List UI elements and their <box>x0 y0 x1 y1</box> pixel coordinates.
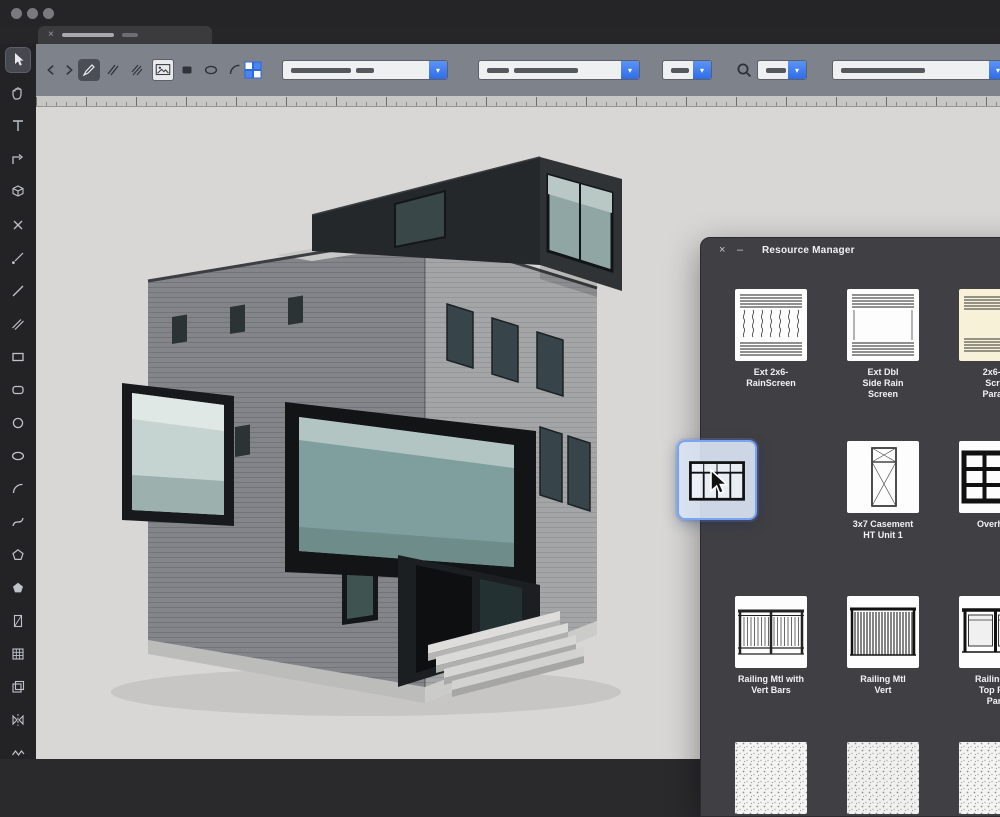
resource-manager-header[interactable]: × – Resource Manager <box>701 238 1000 264</box>
resource-label: Railing M Top Rai Pan <box>975 674 1000 707</box>
solid-fill-icon[interactable] <box>176 59 198 81</box>
tool-palette <box>0 44 36 759</box>
resource-item[interactable] <box>715 742 827 814</box>
resource-thumb-railing-vert[interactable] <box>847 596 919 668</box>
door-tool[interactable] <box>6 609 30 633</box>
main-toolbar: ▾ ▾ ▾ ▾ ▾ <box>36 44 1000 96</box>
resource-label: Railing Mtl Vert <box>860 674 906 696</box>
window-zoom-button[interactable] <box>43 8 54 19</box>
class-dropdown[interactable]: ▾ <box>478 60 640 80</box>
chevron-down-icon[interactable]: ▾ <box>989 61 1000 79</box>
resource-manager-panel: × – Resource Manager Ext 2x6- RainScreen <box>700 237 1000 817</box>
redacted-text <box>514 68 578 73</box>
redacted-text <box>487 68 509 73</box>
redacted-text <box>766 68 786 73</box>
resource-label: 2x6-R Scre Parap <box>982 367 1000 400</box>
grid-tool[interactable] <box>6 642 30 666</box>
image-fill-button[interactable] <box>152 59 174 81</box>
resource-item[interactable]: Ext 2x6- RainScreen <box>715 289 827 389</box>
resource-thumb-railing-vert-bars[interactable] <box>735 596 807 668</box>
curve-tool[interactable] <box>6 510 30 534</box>
chevron-down-icon[interactable]: ▾ <box>788 61 806 79</box>
panel-minimize-icon[interactable]: – <box>737 244 743 257</box>
section-line-tool[interactable] <box>6 741 30 759</box>
resource-thumb-wall-dbl-rainscreen[interactable] <box>847 289 919 361</box>
pen-tool-button[interactable] <box>78 59 100 81</box>
document-tabbar: × <box>0 26 1000 44</box>
rotate-tool[interactable] <box>6 147 30 171</box>
mouse-cursor <box>707 467 729 502</box>
line-point-tool[interactable] <box>6 246 30 270</box>
panel-close-icon[interactable]: × <box>719 244 725 257</box>
redacted-tab-badge <box>122 33 138 38</box>
circle-tool[interactable] <box>6 411 30 435</box>
line-tool[interactable] <box>6 279 30 303</box>
layer-dropdown[interactable]: ▾ <box>282 60 448 80</box>
rectangle-tool[interactable] <box>6 345 30 369</box>
selection-tool[interactable] <box>6 48 30 72</box>
application-window: { "icons": { "close": "×", "minimize": "… <box>0 0 1000 759</box>
redacted-text <box>671 68 689 73</box>
scale-field[interactable]: ▾ <box>662 60 712 80</box>
polygon-solid-tool[interactable] <box>6 576 30 600</box>
resource-item[interactable]: Ext Dbl Side Rain Screen <box>827 289 939 400</box>
chevron-down-icon[interactable]: ▾ <box>693 61 711 79</box>
mirror-tool[interactable] <box>6 708 30 732</box>
resource-thumb-casement-door[interactable] <box>847 441 919 513</box>
resource-item[interactable]: 2x6-R Scre Parap <box>939 289 1000 400</box>
resource-item[interactable]: Railing Mtl with Vert Bars <box>715 596 827 696</box>
oval-mode-icon[interactable] <box>200 59 222 81</box>
document-tab[interactable]: × <box>38 26 212 44</box>
chevron-down-icon[interactable]: ▾ <box>621 61 639 79</box>
window-close-button[interactable] <box>11 8 22 19</box>
resource-item[interactable] <box>939 742 1000 814</box>
arc-tool[interactable] <box>6 477 30 501</box>
resource-item[interactable]: Railing M Top Rai Pan <box>939 596 1000 707</box>
resource-label: Overhea <box>977 519 1000 530</box>
resource-thumb-texture[interactable] <box>959 742 1000 814</box>
redacted-text <box>291 68 351 73</box>
panel-title: Resource Manager <box>762 245 855 256</box>
pan-tool[interactable] <box>6 81 30 105</box>
resource-thumb-wall-rainscreen[interactable] <box>735 289 807 361</box>
attribute-mapping-button[interactable] <box>242 59 264 81</box>
line-style-button[interactable] <box>102 59 124 81</box>
horizontal-ruler <box>36 96 1000 107</box>
redacted-text <box>841 68 925 73</box>
resource-label: 3x7 Casement HT Unit 1 <box>853 519 914 541</box>
resource-item[interactable]: Railing Mtl Vert <box>827 596 939 696</box>
chevron-down-icon[interactable]: ▾ <box>429 61 447 79</box>
resource-label: Ext 2x6- RainScreen <box>746 367 796 389</box>
resource-label: Railing Mtl with Vert Bars <box>738 674 804 696</box>
resource-label: Ext Dbl Side Rain Screen <box>862 367 903 400</box>
hatch-style-button[interactable] <box>126 59 148 81</box>
resource-thumb-texture[interactable] <box>735 742 807 814</box>
ellipse-tool[interactable] <box>6 444 30 468</box>
resource-item[interactable]: Overhea <box>939 441 1000 530</box>
resource-thumb-overhead-door[interactable] <box>959 441 1000 513</box>
rounded-rectangle-tool[interactable] <box>6 378 30 402</box>
resource-item[interactable] <box>827 742 939 814</box>
tab-close-icon[interactable]: × <box>48 30 54 40</box>
zoom-dropdown[interactable]: ▾ <box>757 60 807 80</box>
polygon-tool[interactable] <box>6 543 30 567</box>
window-minimize-button[interactable] <box>27 8 38 19</box>
resource-thumb-wall-parapet[interactable] <box>959 289 1000 361</box>
flyover-tool[interactable] <box>6 180 30 204</box>
view-dropdown[interactable]: ▾ <box>832 60 1000 80</box>
delete-tool[interactable] <box>6 213 30 237</box>
window-titlebar <box>0 0 1000 26</box>
forward-button[interactable] <box>60 59 78 81</box>
resource-thumb-railing-panels[interactable] <box>959 596 1000 668</box>
redacted-text <box>356 68 374 73</box>
search-icon[interactable] <box>734 59 754 81</box>
layers-tool[interactable] <box>6 675 30 699</box>
redacted-tab-title <box>62 33 114 38</box>
back-button[interactable] <box>42 59 60 81</box>
resource-item[interactable]: 3x7 Casement HT Unit 1 <box>827 441 939 541</box>
text-tool[interactable] <box>6 114 30 138</box>
double-line-tool[interactable] <box>6 312 30 336</box>
resource-thumb-texture[interactable] <box>847 742 919 814</box>
